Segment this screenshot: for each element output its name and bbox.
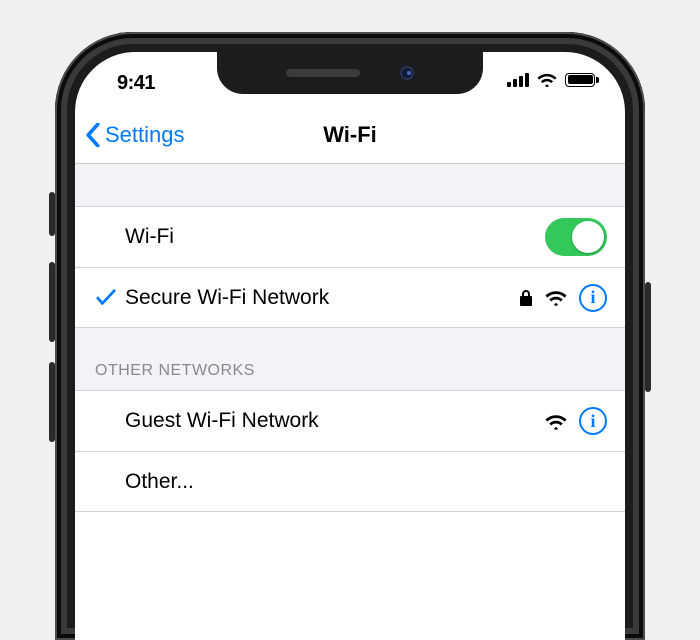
clock: 9:41 <box>117 72 155 95</box>
wifi-signal-icon <box>545 289 567 306</box>
wifi-toggle-row[interactable]: Wi-Fi <box>75 207 625 267</box>
info-button[interactable]: i <box>579 407 607 435</box>
other-networks-group: Guest Wi-Fi Network i Other... <box>75 390 625 512</box>
cellular-signal-icon <box>507 72 529 87</box>
checkmark-icon <box>95 287 125 309</box>
back-label: Settings <box>105 122 185 148</box>
phone-frame: 9:41 Settings Wi-Fi <box>55 32 645 640</box>
speaker-grille <box>286 69 360 77</box>
network-name: Guest Wi-Fi Network <box>125 409 545 433</box>
wifi-status-icon <box>537 72 557 87</box>
network-row-other[interactable]: Other... <box>75 451 625 511</box>
connected-network-name: Secure Wi-Fi Network <box>125 286 519 310</box>
notch <box>217 52 483 94</box>
lock-icon <box>519 289 533 307</box>
connected-network-row[interactable]: Secure Wi-Fi Network i <box>75 267 625 327</box>
volume-up-button <box>49 262 55 342</box>
side-button <box>645 282 651 392</box>
back-button[interactable]: Settings <box>85 106 185 163</box>
settings-content: Wi-Fi Secure Wi-Fi Network <box>75 164 625 512</box>
chevron-left-icon <box>85 123 101 147</box>
status-indicators <box>507 72 595 87</box>
page-title: Wi-Fi <box>323 122 377 148</box>
wifi-signal-icon <box>545 413 567 430</box>
info-button[interactable]: i <box>579 284 607 312</box>
wifi-group: Wi-Fi Secure Wi-Fi Network <box>75 206 625 328</box>
volume-down-button <box>49 362 55 442</box>
silence-switch <box>49 192 55 236</box>
other-networks-header: OTHER NETWORKS <box>75 328 625 390</box>
wifi-switch[interactable] <box>545 218 607 256</box>
wifi-toggle-label: Wi-Fi <box>125 225 545 249</box>
network-row-guest[interactable]: Guest Wi-Fi Network i <box>75 391 625 451</box>
screen: 9:41 Settings Wi-Fi <box>75 52 625 640</box>
other-network-label: Other... <box>125 470 607 494</box>
front-camera <box>400 66 414 80</box>
battery-icon <box>565 73 595 87</box>
navigation-bar: Settings Wi-Fi <box>75 106 625 164</box>
